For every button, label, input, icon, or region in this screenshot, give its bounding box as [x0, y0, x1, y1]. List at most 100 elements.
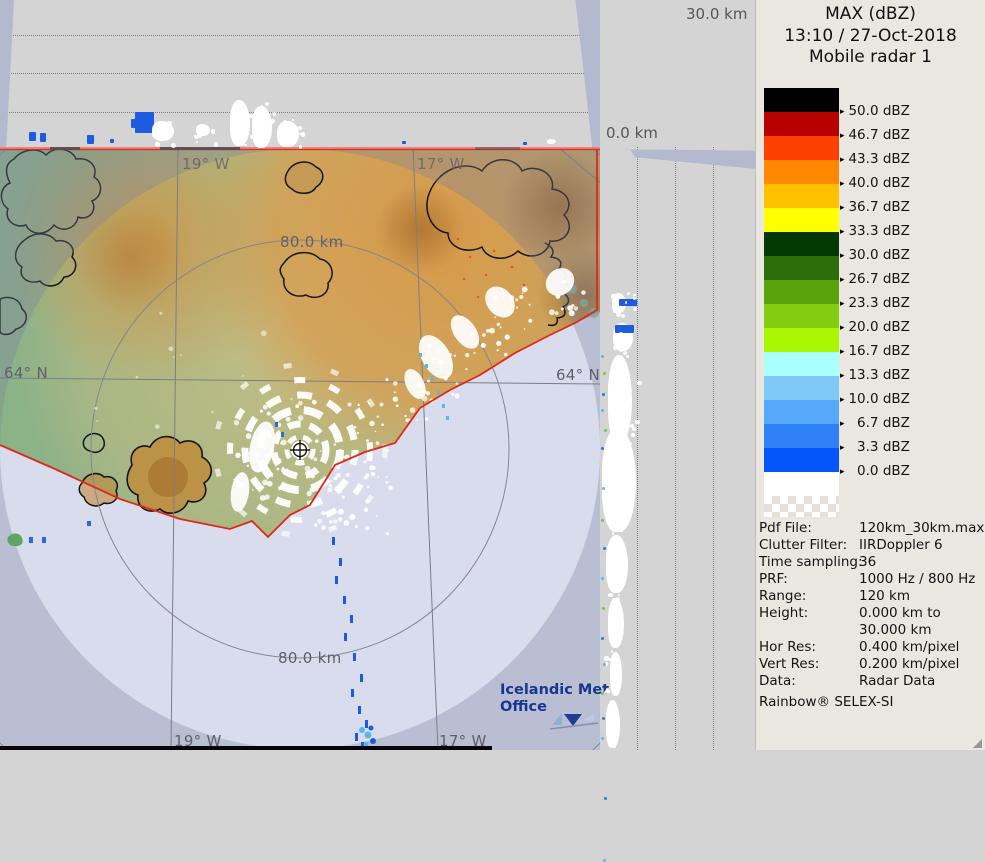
echo-speck [601, 737, 604, 740]
latitude-label-left: 64° N [4, 364, 49, 382]
echo-speck [611, 293, 617, 299]
colorbar-cell [764, 424, 839, 448]
metadata-row: Pdf File: 120km_30km.max [759, 520, 984, 537]
echo-speck [611, 531, 615, 535]
echo-speck [603, 547, 606, 550]
metadata-label: Vert Res: [759, 656, 820, 672]
echo-speck [632, 293, 636, 297]
metadata-label: PRF: [759, 571, 788, 587]
echo-speck [620, 635, 624, 639]
product-header: MAX (dBZ) 13:10 / 27-Oct-2018 Mobile rad… [756, 4, 985, 69]
metadata-label: Height: [759, 605, 809, 621]
metadata-label: Time sampling: [759, 554, 863, 570]
echo-speck [257, 135, 262, 140]
echo-speck [628, 441, 633, 446]
metadata-row: PRF: 1000 Hz / 800 Hz [759, 571, 983, 588]
longitude-label-17w-bottom: 17° W [439, 732, 487, 750]
height-axis-max-label: 30.0 km [686, 5, 748, 23]
echo-speck [611, 475, 615, 478]
legend-tick-label: ▸ 16.7 dBZ [840, 343, 910, 359]
metadata-label: Hor Res: [759, 639, 816, 655]
echo-speck [611, 388, 615, 391]
colorbar-cell [764, 400, 839, 424]
legend-tick-label: ▸ 36.7 dBZ [840, 199, 910, 215]
echo-speck [608, 376, 614, 381]
legend-tick-label: ▸ 23.3 dBZ [840, 295, 910, 311]
echo-speck [631, 433, 636, 437]
height-gridline [713, 147, 714, 750]
echo-speck [611, 586, 615, 590]
echo-speck [615, 449, 619, 453]
legend-tick-label: ▸ 30.0 dBZ [840, 247, 910, 263]
colorbar-cell [764, 448, 839, 472]
metadata-value: 0.000 km to [859, 605, 941, 621]
echo-blob-white [608, 598, 624, 648]
product-metadata: Pdf File: 120km_30km.max Clutter Filter: II… [759, 520, 984, 690]
echo-blob-white [547, 139, 556, 144]
colorbar-cell [764, 184, 839, 208]
colorbar-cell [764, 136, 839, 160]
metadata-value: IIRDoppler 6 [859, 537, 943, 553]
echo-speck [602, 393, 605, 396]
echo-speck [167, 120, 172, 126]
echo-speck [601, 355, 604, 358]
legend-tick-label: ▸ 6.7 dBZ [840, 415, 910, 431]
echo-speck [612, 744, 617, 749]
colorbar-cell [764, 88, 839, 112]
height-gridline [0, 35, 600, 36]
echo-speck [616, 512, 620, 516]
echo-speck [627, 292, 631, 296]
echo-speck [196, 140, 199, 143]
software-name: Rainbow® SELEX-SI [759, 694, 894, 710]
echo-speck [264, 102, 269, 107]
echo-speck [155, 141, 160, 147]
legend-tick-label: ▸ 46.7 dBZ [840, 127, 910, 143]
echo-blob-blue [87, 135, 94, 144]
echo-speck [613, 346, 617, 350]
echo-speck [601, 577, 604, 580]
metadata-label: Range: [759, 588, 807, 604]
metadata-row: Hor Res: 0.400 km/pixel [759, 639, 983, 656]
echo-speck [162, 124, 167, 129]
echo-speck [213, 142, 219, 147]
legend-tick-label: ▸ 20.0 dBZ [840, 319, 910, 335]
dbz-colorbar [764, 88, 839, 517]
echo-blob-blue [40, 133, 46, 142]
echo-blob-white [610, 652, 622, 696]
legend-tick-label: ▸ 43.3 dBZ [840, 151, 910, 167]
echo-speck [637, 380, 642, 385]
echo-speck [605, 482, 611, 488]
echo-speck [615, 311, 621, 317]
echo-speck [626, 355, 629, 358]
metadata-row: Clutter Filter: IIRDoppler 6 [759, 537, 983, 554]
echo-speck [620, 307, 623, 311]
colorbar-cell [764, 280, 839, 304]
bottom-bar [0, 746, 492, 750]
metadata-value: 36 [859, 554, 877, 570]
echo-speck [607, 592, 613, 598]
height-gridline [637, 147, 638, 750]
echo-speck [291, 118, 295, 121]
echo-speck [601, 409, 604, 412]
colorbar-cell [764, 112, 839, 136]
echo-speck [608, 515, 614, 520]
echo-speck [262, 120, 265, 123]
echo-speck [238, 118, 241, 121]
height-gridline [675, 147, 676, 750]
latitude-label-right: 64° N [556, 366, 601, 384]
metadata-row: Height: 0.000 km to [759, 605, 983, 622]
echo-blob-blue [402, 141, 406, 144]
echo-speck [609, 667, 612, 670]
echo-speck [258, 117, 261, 120]
colorbar-cell [764, 376, 839, 400]
legend-tick-label: ▸ 3.3 dBZ [840, 439, 910, 455]
echo-speck [617, 628, 623, 633]
resize-grip-icon[interactable] [973, 739, 982, 748]
echo-speck [253, 118, 257, 122]
colorbar-cell-no-data [764, 496, 839, 517]
height-gridline [0, 73, 600, 74]
echo-speck [280, 125, 283, 128]
echo-speck [603, 663, 606, 666]
echo-blob-white [252, 106, 272, 148]
echo-speck [282, 119, 287, 124]
